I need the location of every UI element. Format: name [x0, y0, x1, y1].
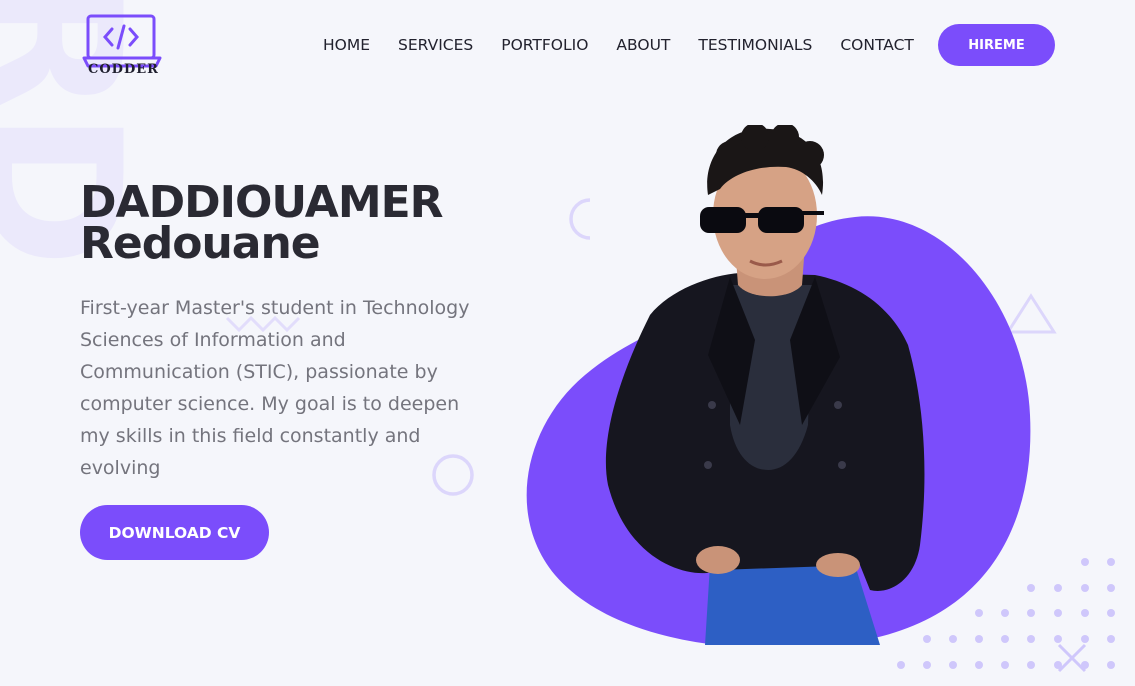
- nav-about[interactable]: ABOUT: [616, 36, 670, 54]
- hero-name-line1: DADDIOUAMER: [80, 177, 444, 228]
- hire-me-button[interactable]: HIREME: [938, 24, 1055, 66]
- page: RD CODDER HOME SERVICES PORTFOLIO ABOUT …: [0, 0, 1135, 686]
- zigzag-decoration-icon: [225, 315, 301, 333]
- dot-grid-decoration: [897, 558, 1115, 673]
- nav-services[interactable]: SERVICES: [398, 36, 473, 54]
- ring-decoration-icon: [432, 454, 474, 496]
- main-nav: HOME SERVICES PORTFOLIO ABOUT TESTIMONIA…: [323, 36, 942, 54]
- nav-testimonials[interactable]: TESTIMONIALS: [698, 36, 812, 54]
- nav-portfolio[interactable]: PORTFOLIO: [501, 36, 588, 54]
- logo-text: CODDER: [88, 62, 159, 77]
- portrait-photo: [605, 125, 925, 645]
- download-cv-button[interactable]: DOWNLOAD CV: [80, 505, 269, 560]
- nav-contact[interactable]: CONTACT: [840, 36, 914, 54]
- hero-name: DADDIOUAMER Redouane: [80, 177, 444, 269]
- hero-name-line2: Redouane: [80, 218, 321, 269]
- nav-home[interactable]: HOME: [323, 36, 370, 54]
